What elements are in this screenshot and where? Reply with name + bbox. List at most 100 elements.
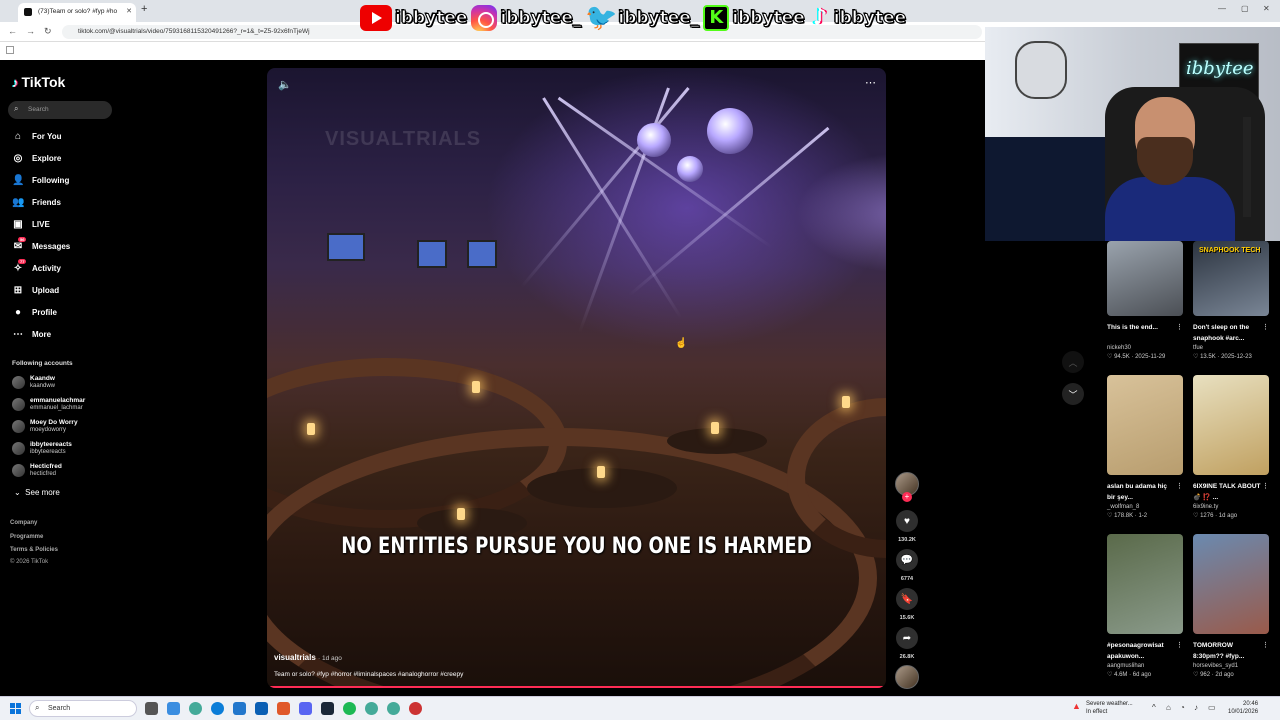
brave-icon[interactable] [277,702,290,715]
follow-plus-icon[interactable]: + [902,492,912,502]
more-icon[interactable]: ⋮ [1262,640,1269,651]
task-view-icon[interactable] [145,702,158,715]
sound-disc-icon[interactable] [895,665,919,689]
nav-explore[interactable]: ◎ Explore [12,151,62,165]
battery-icon[interactable]: ▭ [1208,703,1216,712]
share-count: 26.8K [899,654,915,660]
nav-more[interactable]: ⋯ More [12,327,51,341]
nav-activity[interactable]: ✧ 77 Activity [12,258,61,275]
avatar [12,375,25,389]
footer-terms[interactable]: Terms & Policies [10,547,58,553]
tv-screen [467,240,497,268]
see-more-button[interactable]: ⌄ See more [14,488,60,497]
video-thumbnail[interactable] [1107,534,1183,634]
window-close-icon[interactable]: ✕ [1263,4,1270,13]
more-icon[interactable]: ⋮ [1176,640,1183,651]
nav-messages[interactable]: ✉ 56 Messages [12,236,70,253]
maximize-icon[interactable]: ▢ [1241,4,1249,13]
nav-profile[interactable]: ● Profile [12,305,57,319]
card-author[interactable]: aangmuslihan [1107,663,1183,669]
footer-company[interactable]: Company [10,520,37,526]
browser-tab[interactable]: (73)Team or solo? #fyp #ho ✕ [18,3,136,22]
windows-start-icon[interactable] [10,703,21,714]
minimize-icon[interactable]: — [1218,4,1226,13]
forward-icon[interactable]: → [26,26,35,36]
spotify-icon[interactable] [343,702,356,715]
volume-icon[interactable]: 🔈 [278,78,292,91]
copilot-icon[interactable] [167,702,180,715]
outlook-icon[interactable] [255,702,268,715]
wifi-icon[interactable]: ◔ [1180,703,1185,712]
video-thumbnail[interactable] [1193,534,1269,634]
search-input[interactable]: ⌕ Search [8,101,112,119]
windows-taskbar: ⌕ Search ▲ Severe weather... In effect ^ … [0,696,1280,720]
card-author[interactable]: horsevibes_syd1 [1193,663,1269,669]
weather-widget[interactable]: ▲ Severe weather... In effect [1072,700,1133,716]
discord-icon[interactable] [299,702,312,715]
more-icon[interactable]: ⋮ [1262,481,1269,492]
video-card[interactable]: SNAPHOOK TECH Don't sleep on the snaphoo… [1193,241,1269,360]
reload-icon[interactable]: ↻ [44,26,52,37]
video-card[interactable]: #pesonaagrowisat apakuwon... ⋮ aangmuslih… [1107,534,1183,678]
account-item[interactable]: Moey Do Worry moeydoworry [12,417,78,435]
nav-following[interactable]: 👤 Following [12,173,69,187]
save-button[interactable]: 🔖 [896,588,918,610]
clock[interactable]: 20:46 10/01/2026 [1228,700,1258,716]
progress-bar[interactable] [267,686,886,688]
video-card[interactable]: This is the end... ⋮ nickeh30 ♡ 94.5K · 2… [1107,241,1183,360]
chrome-window-icon[interactable] [365,702,378,715]
nav-live[interactable]: ▣ LIVE [12,217,50,231]
nav-for-you[interactable]: ⌂ For You [12,129,62,143]
candle [711,422,719,434]
chevron-up-icon[interactable]: ^ [1152,703,1156,712]
taskbar-search[interactable]: ⌕ Search [29,700,137,717]
volume-icon[interactable]: ♪ [1194,703,1198,712]
obs-icon[interactable] [409,702,422,715]
thumbnail-label: SNAPHOOK TECH [1199,247,1261,254]
network-icon[interactable]: ⌂ [1166,703,1171,712]
account-item[interactable]: emmanuelachmar emmanuel_lachmar [12,395,85,413]
footer-programme[interactable]: Programme [10,534,43,540]
chrome-window-icon[interactable] [387,702,400,715]
nav-upload[interactable]: ⊞ Upload [12,283,59,297]
video-player[interactable]: VISUALTRIALS NO ENTITIES PURSUE YOU NO O… [267,68,886,688]
card-author[interactable]: nickeh30 [1107,345,1183,351]
card-author[interactable]: _wolfman_8 [1107,504,1183,510]
tiktok-logo[interactable]: ♪ TikTok [12,74,65,90]
account-item[interactable]: ibbyteereacts ibbyteereacts [12,439,72,457]
like-button[interactable]: ♥ [896,510,918,532]
back-icon[interactable]: ← [8,26,17,36]
video-thumbnail[interactable] [1107,241,1183,316]
account-item[interactable]: Kaandw kaandww [12,373,55,391]
tab-close-icon[interactable]: ✕ [126,7,132,15]
video-card[interactable]: 6IX9INE TALK ABOUT 💣 ⁉️ ... ⋮ 6ix9ine.ty … [1193,375,1269,519]
disco-ball [637,123,671,157]
video-thumbnail[interactable] [1107,375,1183,475]
video-card[interactable]: aslan bu adama hiç bir şey... ⋮ _wolfman_… [1107,375,1183,519]
next-video-button[interactable]: ﹀ [1062,383,1084,405]
more-options-icon[interactable]: ⋯ [865,76,876,89]
card-author[interactable]: tfue [1193,345,1269,351]
more-icon[interactable]: ⋮ [1176,481,1183,492]
video-thumbnail[interactable] [1193,375,1269,475]
more-icon[interactable]: ⋮ [1262,322,1269,333]
edge-icon[interactable] [211,702,224,715]
previous-video-button[interactable]: ︿ [1062,351,1084,373]
card-author[interactable]: 6ix9ine.ty [1193,504,1269,510]
heart-icon: ♡ [1193,354,1199,360]
steam-icon[interactable] [321,702,334,715]
comment-button[interactable]: 💬 [896,549,918,571]
nav-friends[interactable]: 👥 Friends [12,195,61,209]
instagram-handle: ibbytee_ [471,5,582,31]
account-item[interactable]: Hecticfred hecticfred [12,461,62,479]
new-tab-icon[interactable]: + [141,3,147,15]
apps-icon[interactable] [6,46,14,54]
share-button[interactable]: ➦ [896,627,918,649]
video-author[interactable]: visualtrials · 1d ago [274,653,342,662]
video-card[interactable]: TOMORROW 8:30pm?? #fyp... ⋮ horsevibes_sy… [1193,534,1269,678]
more-icon[interactable]: ⋮ [1176,322,1183,333]
chrome-icon[interactable] [189,702,202,715]
mouse-cursor-icon: ☝ [675,338,688,349]
video-thumbnail[interactable]: SNAPHOOK TECH [1193,241,1269,316]
store-icon[interactable] [233,702,246,715]
